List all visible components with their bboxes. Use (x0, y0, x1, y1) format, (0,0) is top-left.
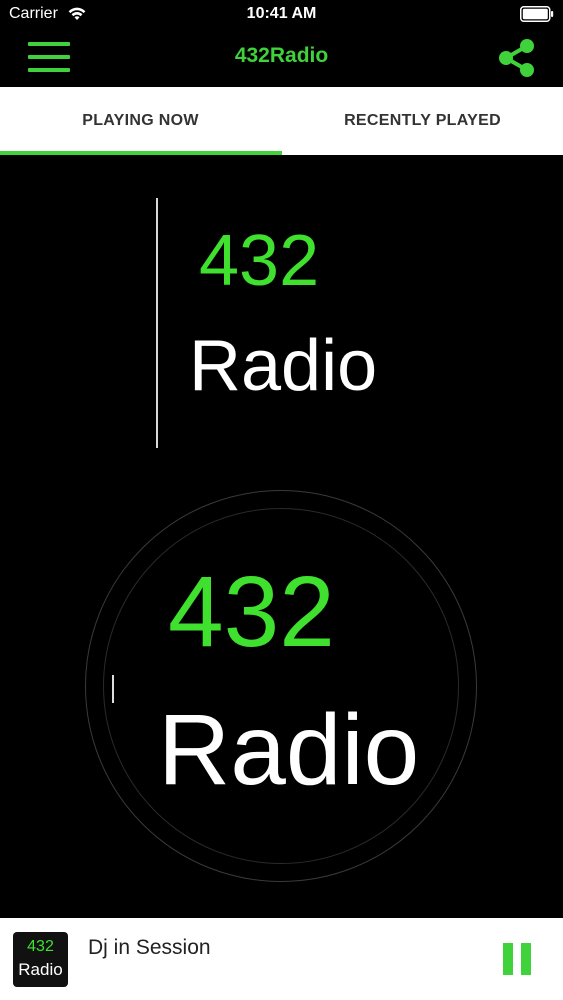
mini-player[interactable]: 432 Radio Dj in Session (0, 918, 563, 1000)
active-tab-indicator (0, 151, 282, 155)
station-logo-number: 432 (199, 221, 320, 301)
app-screen: Carrier 10:41 AM 432Radio PLAYING NOW RE (0, 0, 563, 1000)
status-bar: Carrier 10:41 AM (0, 0, 563, 28)
track-thumbnail: 432 Radio (13, 932, 68, 987)
clock: 10:41 AM (246, 5, 317, 22)
thumbnail-word: Radio (18, 960, 63, 979)
tab-bar: PLAYING NOW RECENTLY PLAYED (0, 87, 563, 155)
share-icon[interactable] (497, 37, 537, 79)
tab-playing-now[interactable]: PLAYING NOW (0, 87, 281, 155)
pause-icon[interactable] (503, 943, 531, 975)
navigation-bar: 432Radio (0, 28, 563, 87)
battery-icon (520, 6, 554, 22)
logo-divider (156, 198, 158, 448)
station-logo-word: Radio (189, 326, 378, 406)
album-art-word: Radio (158, 694, 420, 806)
disc-marker (112, 675, 114, 703)
album-art-number: 432 (168, 556, 335, 668)
track-title: Dj in Session (88, 936, 211, 959)
thumbnail-number: 432 (27, 938, 54, 955)
tab-recently-played[interactable]: RECENTLY PLAYED (282, 87, 563, 155)
app-title: 432Radio (234, 44, 329, 67)
